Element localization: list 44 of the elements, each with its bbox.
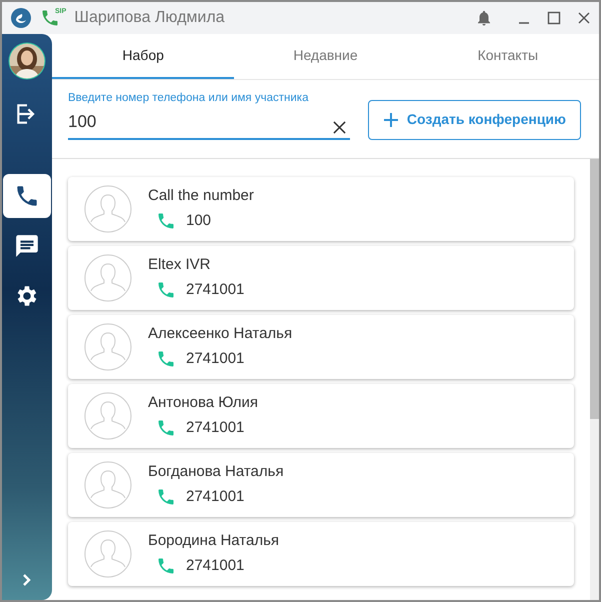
phone-icon bbox=[156, 556, 176, 576]
search-field[interactable]: 100 bbox=[68, 107, 350, 140]
app-logo-icon bbox=[10, 7, 32, 29]
contact-card[interactable]: Eltex IVR 2741001 bbox=[68, 246, 574, 310]
contact-card[interactable]: Call the number 100 bbox=[68, 176, 574, 241]
scrollbar[interactable] bbox=[590, 158, 599, 600]
contact-card[interactable]: Алексеенко Наталья 2741001 bbox=[68, 314, 574, 379]
contact-card[interactable]: Антонова Юлия 2741001 bbox=[68, 384, 574, 448]
phone-number: 2741001 bbox=[186, 556, 244, 576]
create-conference-button[interactable]: Создать конференцию bbox=[368, 100, 581, 140]
contact-name: Алексеенко Наталья bbox=[148, 324, 292, 344]
expand-icon[interactable] bbox=[21, 572, 33, 587]
phone-icon bbox=[156, 418, 176, 438]
sidebar-item[interactable] bbox=[3, 174, 51, 218]
plus-icon bbox=[382, 112, 399, 128]
avatar-icon bbox=[84, 322, 132, 371]
avatar-icon bbox=[84, 392, 132, 440]
avatar-icon bbox=[84, 460, 132, 509]
phone-icon bbox=[156, 211, 176, 231]
phone-number: 2741001 bbox=[186, 418, 244, 438]
phone-icon bbox=[156, 349, 176, 369]
clear-icon[interactable] bbox=[332, 120, 346, 134]
contact-name: Бородина Наталья bbox=[148, 531, 280, 552]
contact-name: Богданова Наталья bbox=[148, 462, 284, 482]
phone-icon bbox=[156, 280, 176, 300]
window-title: Шарипова Людмила bbox=[74, 8, 225, 28]
contact-card[interactable]: Бородина Наталья 2741001 bbox=[68, 522, 574, 586]
field-label: Введите номер телефона или имя участника bbox=[68, 91, 310, 106]
avatar-icon bbox=[84, 530, 132, 578]
bell-icon[interactable] bbox=[475, 9, 493, 27]
phone-number: 2741001 bbox=[186, 280, 244, 300]
contact-name: Call the number bbox=[148, 186, 254, 206]
contact-name: Антонова Юлия bbox=[148, 393, 258, 414]
chat-icon bbox=[14, 233, 40, 259]
contact-name: Eltex IVR bbox=[148, 255, 212, 276]
close-icon[interactable] bbox=[577, 11, 591, 25]
phone-icon bbox=[156, 487, 176, 507]
contact-card[interactable]: Богданова Наталья 2741001 bbox=[68, 452, 574, 517]
maximize-icon[interactable] bbox=[547, 11, 561, 25]
phone-number: 2741001 bbox=[186, 348, 244, 369]
phone-number: 2741001 bbox=[186, 486, 244, 507]
phone-number: 100 bbox=[186, 210, 212, 231]
avatar-icon bbox=[84, 184, 132, 233]
avatar-icon bbox=[84, 254, 132, 302]
